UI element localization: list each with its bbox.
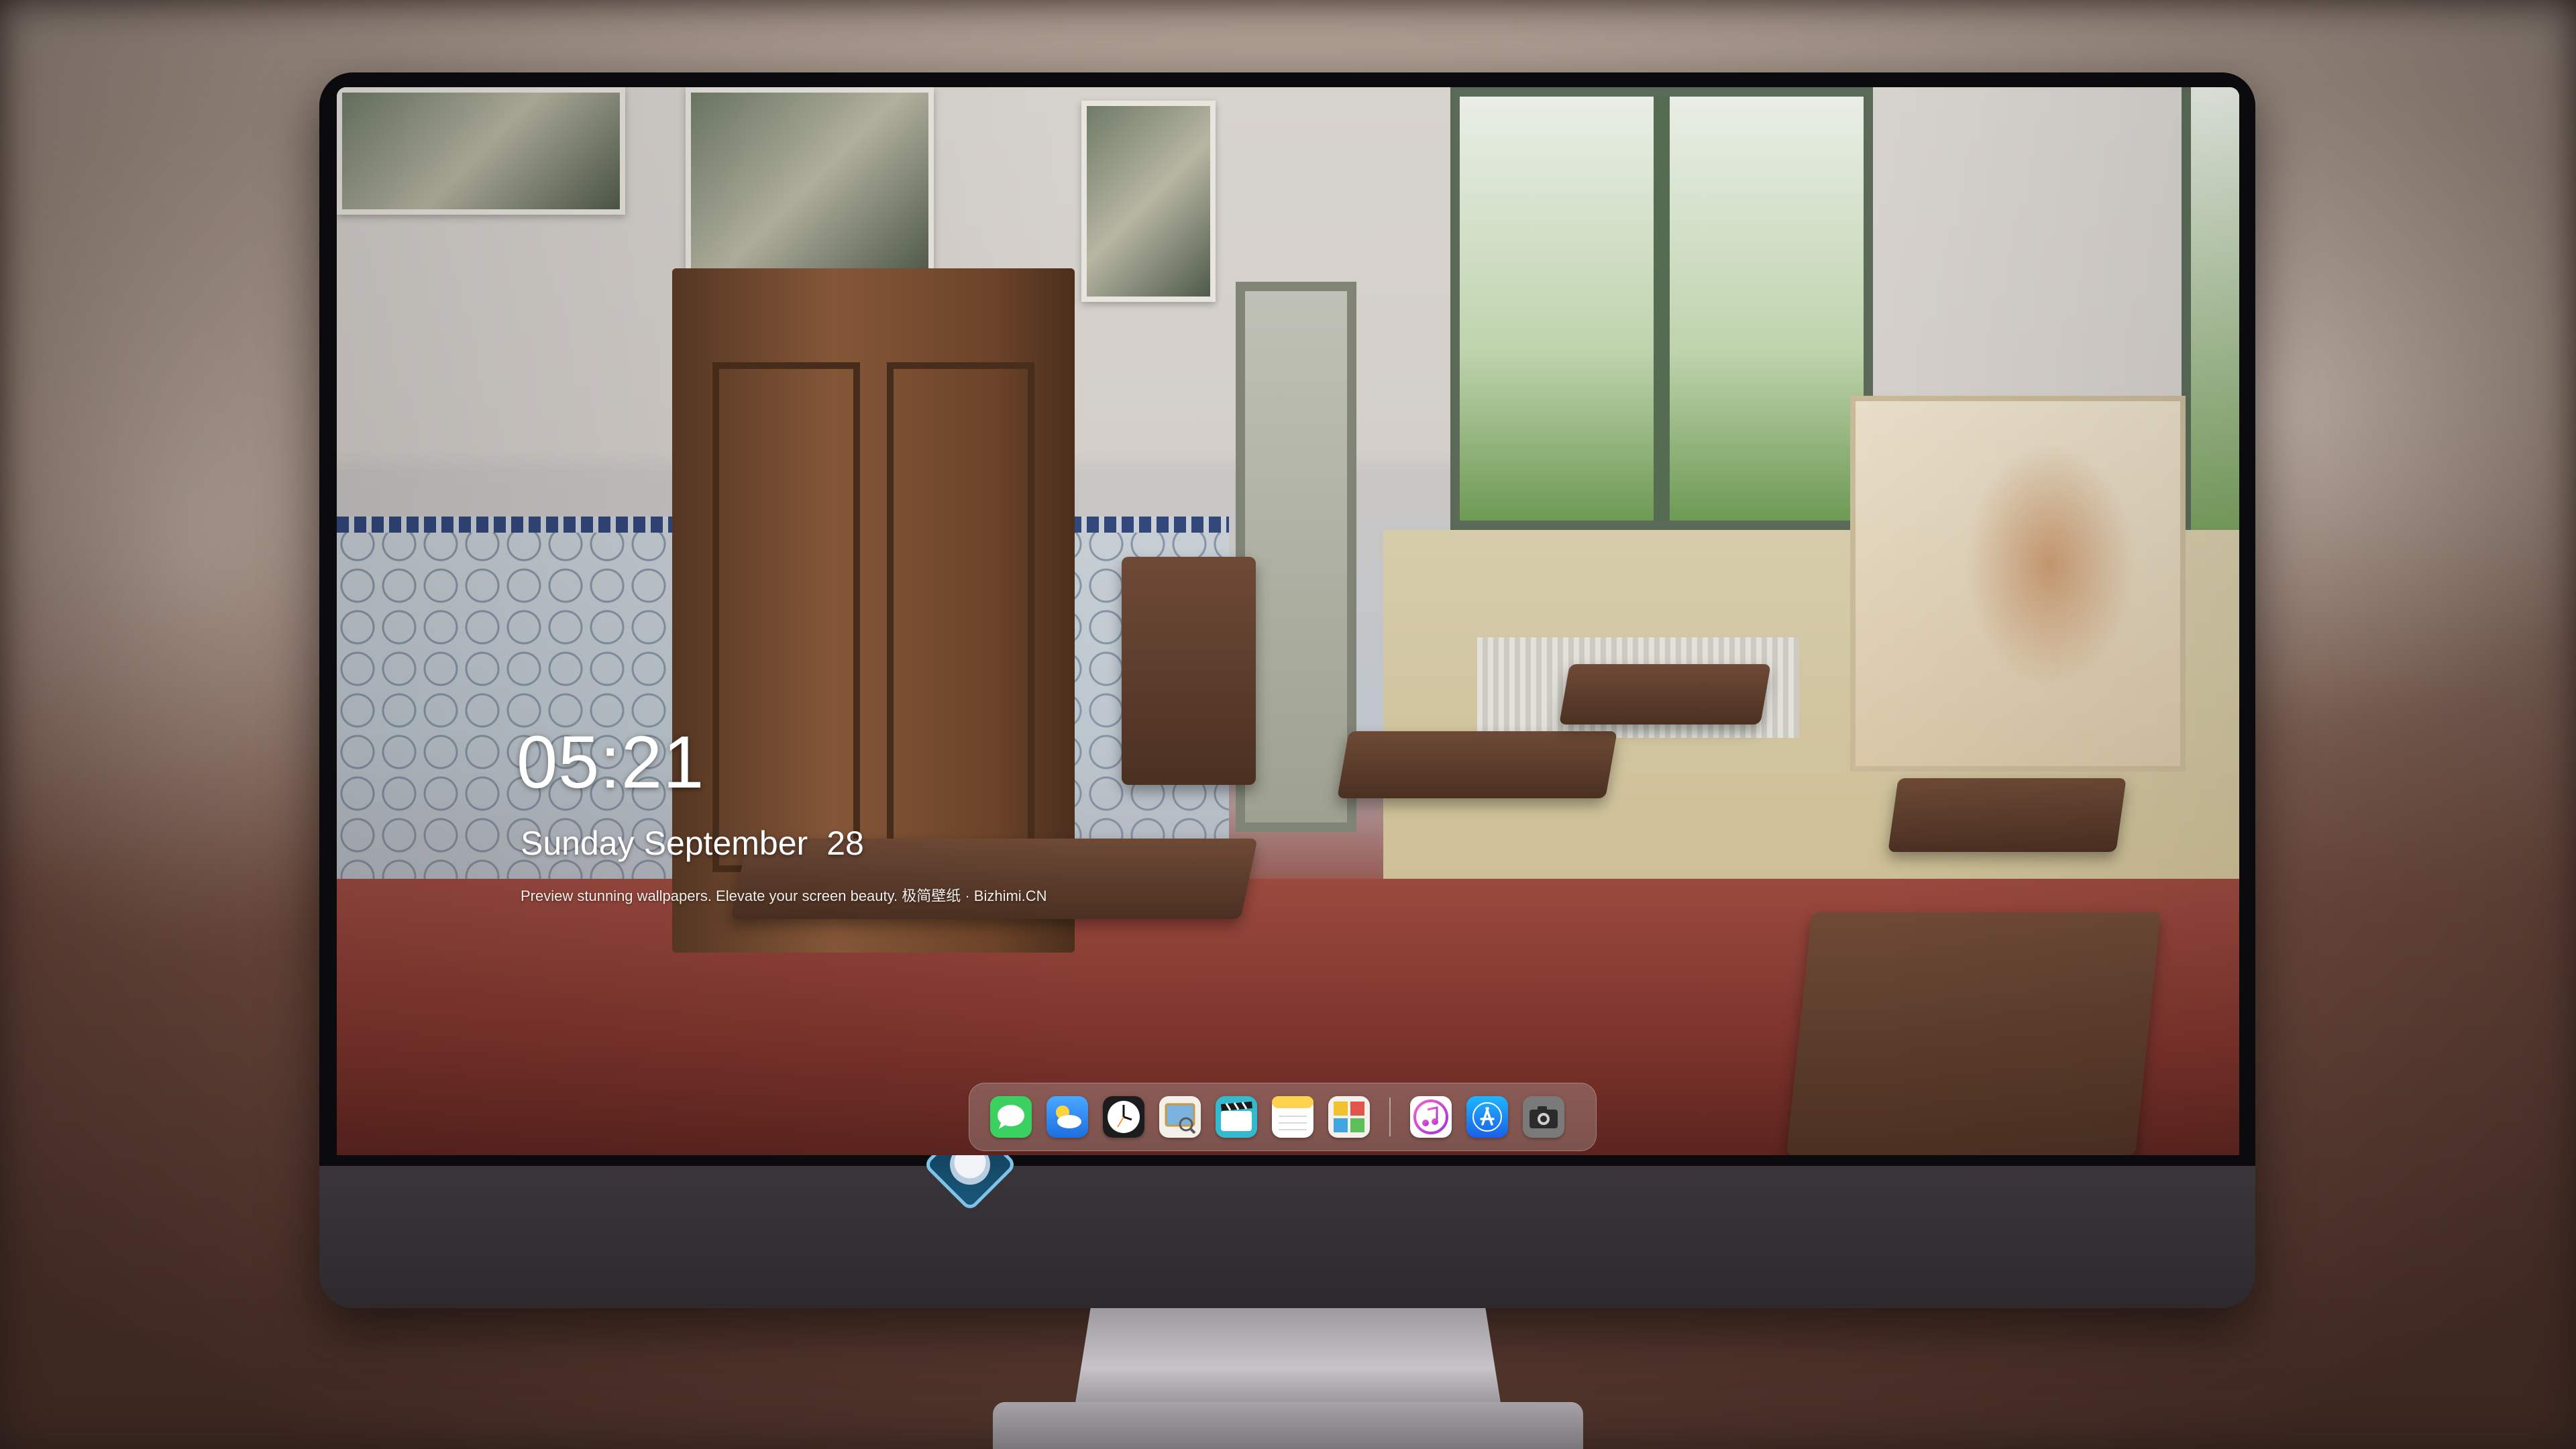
dock-item-messages[interactable] bbox=[990, 1096, 1032, 1138]
lockscreen-tagline: Preview stunning wallpapers. Elevate you… bbox=[521, 888, 1047, 904]
weather-icon bbox=[1046, 1096, 1088, 1138]
clock-icon bbox=[1103, 1096, 1144, 1138]
wallpaper-shade bbox=[337, 87, 2239, 1155]
dock-item-clips[interactable] bbox=[1216, 1096, 1257, 1138]
lockscreen-date: Sunday September 28 bbox=[521, 824, 864, 863]
dock-item-app-store[interactable] bbox=[1466, 1096, 1508, 1138]
dock-item-music[interactable] bbox=[1410, 1096, 1452, 1138]
clips-icon bbox=[1216, 1096, 1257, 1138]
lockscreen-day: 28 bbox=[826, 824, 864, 862]
dock bbox=[969, 1083, 1597, 1151]
music-icon bbox=[1410, 1096, 1452, 1138]
dock-separator bbox=[1389, 1097, 1391, 1136]
monitor-chin bbox=[319, 1166, 2255, 1308]
dock-item-notes[interactable] bbox=[1272, 1096, 1313, 1138]
lockscreen-time: 05:21 bbox=[517, 721, 705, 804]
lockscreen-weekday: Sunday bbox=[521, 824, 635, 862]
dock-item-clock[interactable] bbox=[1103, 1096, 1144, 1138]
dock-item-preview[interactable] bbox=[1159, 1096, 1201, 1138]
monitor-stand bbox=[1073, 1308, 1503, 1415]
screen-wallpaper bbox=[337, 87, 2239, 1155]
monitor-stand-base bbox=[993, 1402, 1583, 1449]
app-store-icon bbox=[1466, 1096, 1508, 1138]
preview-icon bbox=[1159, 1096, 1201, 1138]
camera-icon bbox=[1523, 1096, 1564, 1138]
notes-icon bbox=[1272, 1096, 1313, 1138]
lockscreen-month: September bbox=[643, 824, 808, 862]
dock-item-camera[interactable] bbox=[1523, 1096, 1564, 1138]
photo-booth-icon bbox=[1328, 1096, 1370, 1138]
messages-icon bbox=[990, 1096, 1032, 1138]
dock-item-photo-booth[interactable] bbox=[1328, 1096, 1370, 1138]
dock-item-weather[interactable] bbox=[1046, 1096, 1088, 1138]
